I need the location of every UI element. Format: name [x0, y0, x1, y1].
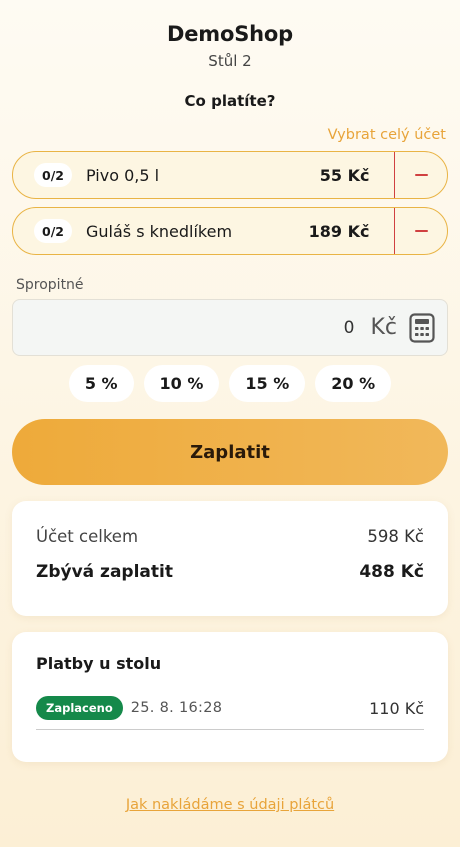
tip-5-button[interactable]: 5 % — [68, 365, 134, 402]
payment-amount: 110 Kč — [369, 698, 424, 718]
decrease-button[interactable] — [393, 152, 447, 198]
pay-button[interactable]: Zaplatit — [12, 419, 448, 485]
question-heading: Co platíte? — [184, 92, 276, 110]
item-name: Guláš s knedlíkem — [86, 221, 233, 241]
header: DemoShop Stůl 2 — [0, 0, 460, 70]
status-badge: Zaplaceno — [36, 696, 123, 720]
tip-presets: 5 % 10 % 15 % 20 % — [0, 365, 460, 402]
item-list: 0/2 Pivo 0,5 l 55 Kč 0/2 Guláš s knedlík… — [12, 151, 448, 255]
tip-15-button[interactable]: 15 % — [229, 365, 306, 402]
total-value: 598 Kč — [367, 527, 424, 546]
tip-currency: Kč — [370, 315, 397, 340]
item-select-area[interactable]: 0/2 Pivo 0,5 l 55 Kč — [13, 152, 394, 198]
minus-icon — [414, 174, 428, 176]
payments-card: Platby u stolu Zaplaceno 25. 8. 16:28 11… — [12, 632, 448, 762]
tip-value[interactable]: 0 — [344, 318, 355, 338]
decrease-button[interactable] — [393, 208, 447, 254]
payment-time: 25. 8. 16:28 — [130, 700, 223, 716]
list-item[interactable]: 0/2 Pivo 0,5 l 55 Kč — [12, 151, 448, 199]
payment-row: Zaplaceno 25. 8. 16:28 110 Kč — [36, 696, 424, 730]
summary-card: Účet celkem 598 Kč Zbývá zaplatit 488 Kč — [12, 501, 448, 616]
payments-title: Platby u stolu — [36, 654, 162, 673]
item-price: 55 Kč — [319, 165, 370, 185]
privacy-link[interactable]: Jak nakládáme s údaji plátců — [126, 797, 334, 813]
calculator-icon[interactable] — [409, 312, 435, 343]
tip-10-button[interactable]: 10 % — [143, 365, 220, 402]
quantity-badge: 0/2 — [34, 219, 72, 243]
shop-name: DemoShop — [167, 22, 293, 46]
select-all-link[interactable]: Vybrat celý účet — [328, 127, 446, 143]
minus-icon — [414, 230, 428, 232]
table-name: Stůl 2 — [208, 52, 252, 70]
tip-20-button[interactable]: 20 % — [315, 365, 392, 402]
item-price: 189 Kč — [308, 221, 370, 241]
list-item[interactable]: 0/2 Guláš s knedlíkem 189 Kč — [12, 207, 448, 255]
remaining-label: Zbývá zaplatit — [36, 562, 173, 582]
item-name: Pivo 0,5 l — [86, 165, 160, 185]
tip-label: Spropitné — [16, 277, 84, 293]
total-label: Účet celkem — [36, 527, 139, 546]
tip-input[interactable]: 0 Kč — [12, 299, 448, 356]
item-select-area[interactable]: 0/2 Guláš s knedlíkem 189 Kč — [13, 208, 394, 254]
quantity-badge: 0/2 — [34, 163, 72, 187]
remaining-value: 488 Kč — [359, 562, 424, 582]
